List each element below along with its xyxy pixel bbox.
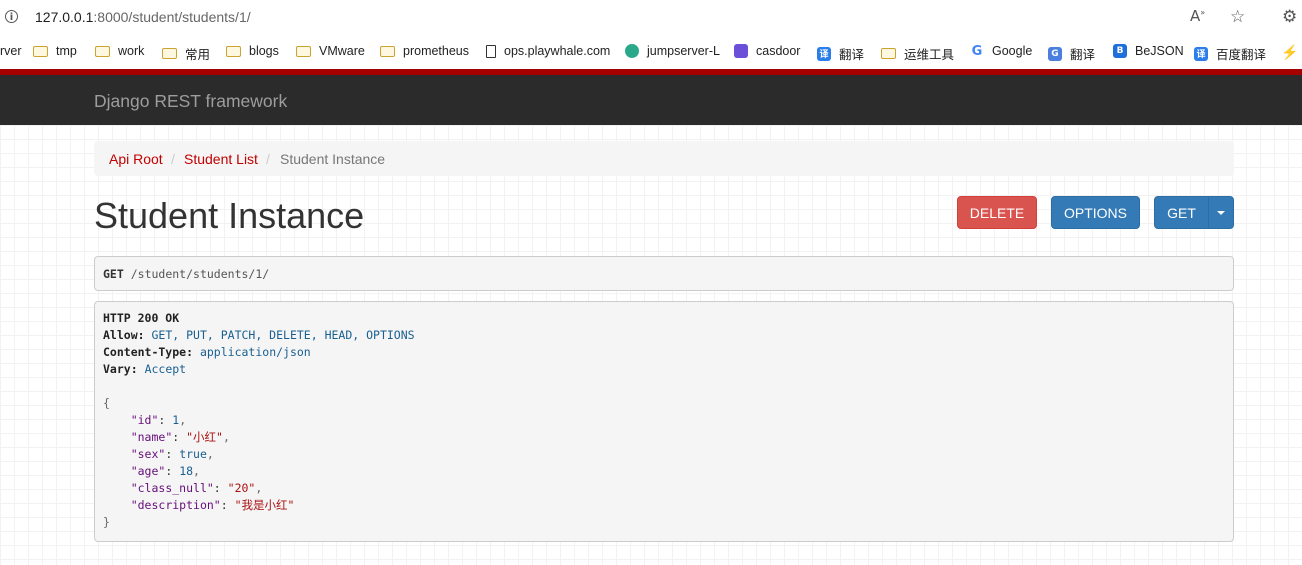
bookmark-item[interactable]: 译翻译 [817,44,864,63]
brand-link[interactable]: Django REST framework [94,91,287,112]
breadcrumb: Api Root / Student List / Student Instan… [94,141,1234,176]
get-button[interactable]: GET [1154,196,1209,229]
bookmark-item[interactable]: VMware [296,44,365,58]
bookmark-label: jumpserver-L [647,44,720,58]
bookmark-item[interactable]: G Google [970,43,1033,59]
caret-down-icon [1217,210,1225,215]
breadcrumb-current: Student Instance [280,151,386,167]
folder-icon [296,45,311,57]
google-translate-icon: G [1048,46,1062,61]
bookmark-label: work [118,44,145,58]
json-key: "description" [130,498,221,512]
bookmark-item[interactable]: casdoor [734,44,800,58]
bookmark-item[interactable]: B BeJSON [1113,44,1184,58]
translate-icon: 译 [1194,46,1208,61]
bookmark-item[interactable]: blogs [226,44,279,58]
json-open-brace: { [103,396,110,410]
json-value: "我是小红" [234,498,295,512]
breadcrumb-separator: / [266,151,270,167]
json-key: "name" [130,430,173,444]
folder-icon [881,48,896,59]
favorite-star-icon[interactable]: ☆ [1230,7,1245,27]
bookmark-label: tmp [56,44,77,58]
json-key: "id" [130,413,159,427]
bookmark-label: 翻译 [1070,48,1096,62]
folder-icon [33,45,48,57]
bookmark-item[interactable]: tmp [33,44,77,58]
header-value: application/json [199,345,311,359]
json-value: "小红" [186,430,223,444]
header-value: GET, PUT, PATCH, DELETE, HEAD, OPTIONS [151,328,415,342]
bookmark-label: casdoor [756,44,801,58]
bookmark-item[interactable]: ops.playwhale.com [486,44,610,58]
bookmarks-bar: rver tmp work 常用 blogs VMware prometheus… [0,36,1302,68]
url-field[interactable]: 127.0.0.1:8000/student/students/1/ [35,9,251,25]
bookmark-label: Google [992,44,1033,58]
response-status: HTTP 200 OK [103,311,180,325]
bookmark-label: 翻译 [839,48,865,62]
bookmark-label: 常用 [185,48,211,62]
bookmark-label: prometheus [403,44,470,58]
bookmark-item[interactable]: work [95,44,144,58]
bookmark-item[interactable]: jumpserver-L [625,44,720,58]
page-title: Student Instance [94,195,365,236]
header-name: Content-Type: [103,345,194,359]
google-icon: G [970,43,984,59]
extensions-icon[interactable]: ⚙ [1282,7,1297,27]
bookmark-label: BeJSON [1135,44,1184,58]
header-name: Allow: [103,328,145,342]
json-close-brace: } [103,515,110,529]
bookmark-item[interactable]: 运维工具 [881,44,954,63]
jumpserver-icon [625,44,639,58]
translate-icon: 译 [817,46,831,61]
bookmark-item[interactable]: 常用 [162,44,210,63]
options-button[interactable]: OPTIONS [1051,196,1140,229]
delete-button[interactable]: DELETE [957,196,1037,229]
json-key: "sex" [130,447,166,461]
breadcrumb-api-root[interactable]: Api Root [109,151,163,167]
bookmark-item[interactable]: rver [0,44,22,58]
bookmark-label: rver [0,44,22,58]
bookmark-label: ops.playwhale.com [504,44,611,58]
request-method: GET [103,267,124,281]
folder-icon [380,45,395,57]
bookmark-label: 百度翻译 [1216,48,1267,62]
folder-icon [95,45,110,57]
address-bar: i 127.0.0.1:8000/student/students/1/ A» … [0,0,1302,36]
overflow-icon: ⚡ [1281,44,1299,60]
main-content: Api Root / Student List / Student Instan… [0,125,1302,565]
bejson-icon: B [1113,44,1127,58]
folder-icon [162,48,177,59]
request-path: /student/students/1/ [130,267,270,281]
response-info: HTTP 200 OK Allow: GET, PUT, PATCH, DELE… [94,301,1234,542]
site-info-icon[interactable]: i [5,10,18,23]
page-icon [486,44,496,58]
json-key: "age" [130,464,166,478]
header-name: Vary: [103,362,138,376]
breadcrumb-separator: / [171,151,175,167]
read-aloud-icon[interactable]: A» [1190,7,1205,25]
get-format-dropdown[interactable] [1208,196,1234,229]
json-value: "20" [227,481,256,495]
navbar: Django REST framework [0,75,1302,125]
breadcrumb-student-list[interactable]: Student List [184,151,258,167]
json-value: true [179,447,207,461]
url-path: :8000/student/students/1/ [93,9,251,25]
json-key: "class_null" [130,481,214,495]
bookmark-item[interactable]: prometheus [380,44,469,58]
bookmark-label: VMware [319,44,365,58]
request-info: GET /student/students/1/ [94,256,1234,291]
bookmark-label: 运维工具 [904,48,955,62]
url-host: 127.0.0.1 [35,9,94,25]
json-value: 18 [179,464,194,478]
bookmark-item[interactable]: 译百度翻译 [1194,44,1266,63]
folder-icon [226,45,241,57]
casdoor-icon [734,44,748,58]
header-value: Accept [144,362,187,376]
bookmark-overflow[interactable]: ⚡ [1281,44,1298,61]
bookmark-item[interactable]: G 翻译 [1048,44,1095,63]
bookmark-label: blogs [249,44,279,58]
